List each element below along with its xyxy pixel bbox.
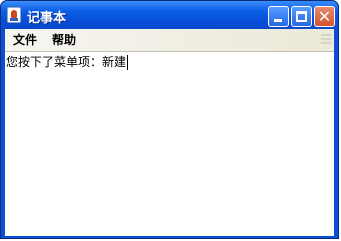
minimize-button[interactable] <box>268 6 289 27</box>
text-caret <box>127 55 129 70</box>
close-icon: ✕ <box>317 7 332 26</box>
java-cup-icon[interactable] <box>7 7 21 23</box>
maximize-button[interactable] <box>291 6 312 27</box>
menu-file[interactable]: 文件 <box>9 29 41 51</box>
menu-help[interactable]: 帮助 <box>48 29 80 51</box>
editor-text: 您按下了菜单项：新建 <box>6 55 127 69</box>
editor-line: 您按下了菜单项：新建 <box>6 55 129 70</box>
title-bar[interactable]: 记事本 ✕ <box>1 1 338 29</box>
minimize-icon <box>274 19 282 22</box>
text-editor[interactable]: 您按下了菜单项：新建 <box>5 52 334 236</box>
maximize-icon <box>296 11 307 22</box>
notepad-window: 记事本 ✕ 文件 帮助 您按下了菜单项：新建 <box>0 0 339 239</box>
window-title: 记事本 <box>27 11 67 26</box>
close-button[interactable]: ✕ <box>314 6 335 27</box>
menubar-grip <box>321 34 331 46</box>
client-area: 文件 帮助 您按下了菜单项：新建 <box>5 29 334 236</box>
menu-bar: 文件 帮助 <box>5 29 334 52</box>
